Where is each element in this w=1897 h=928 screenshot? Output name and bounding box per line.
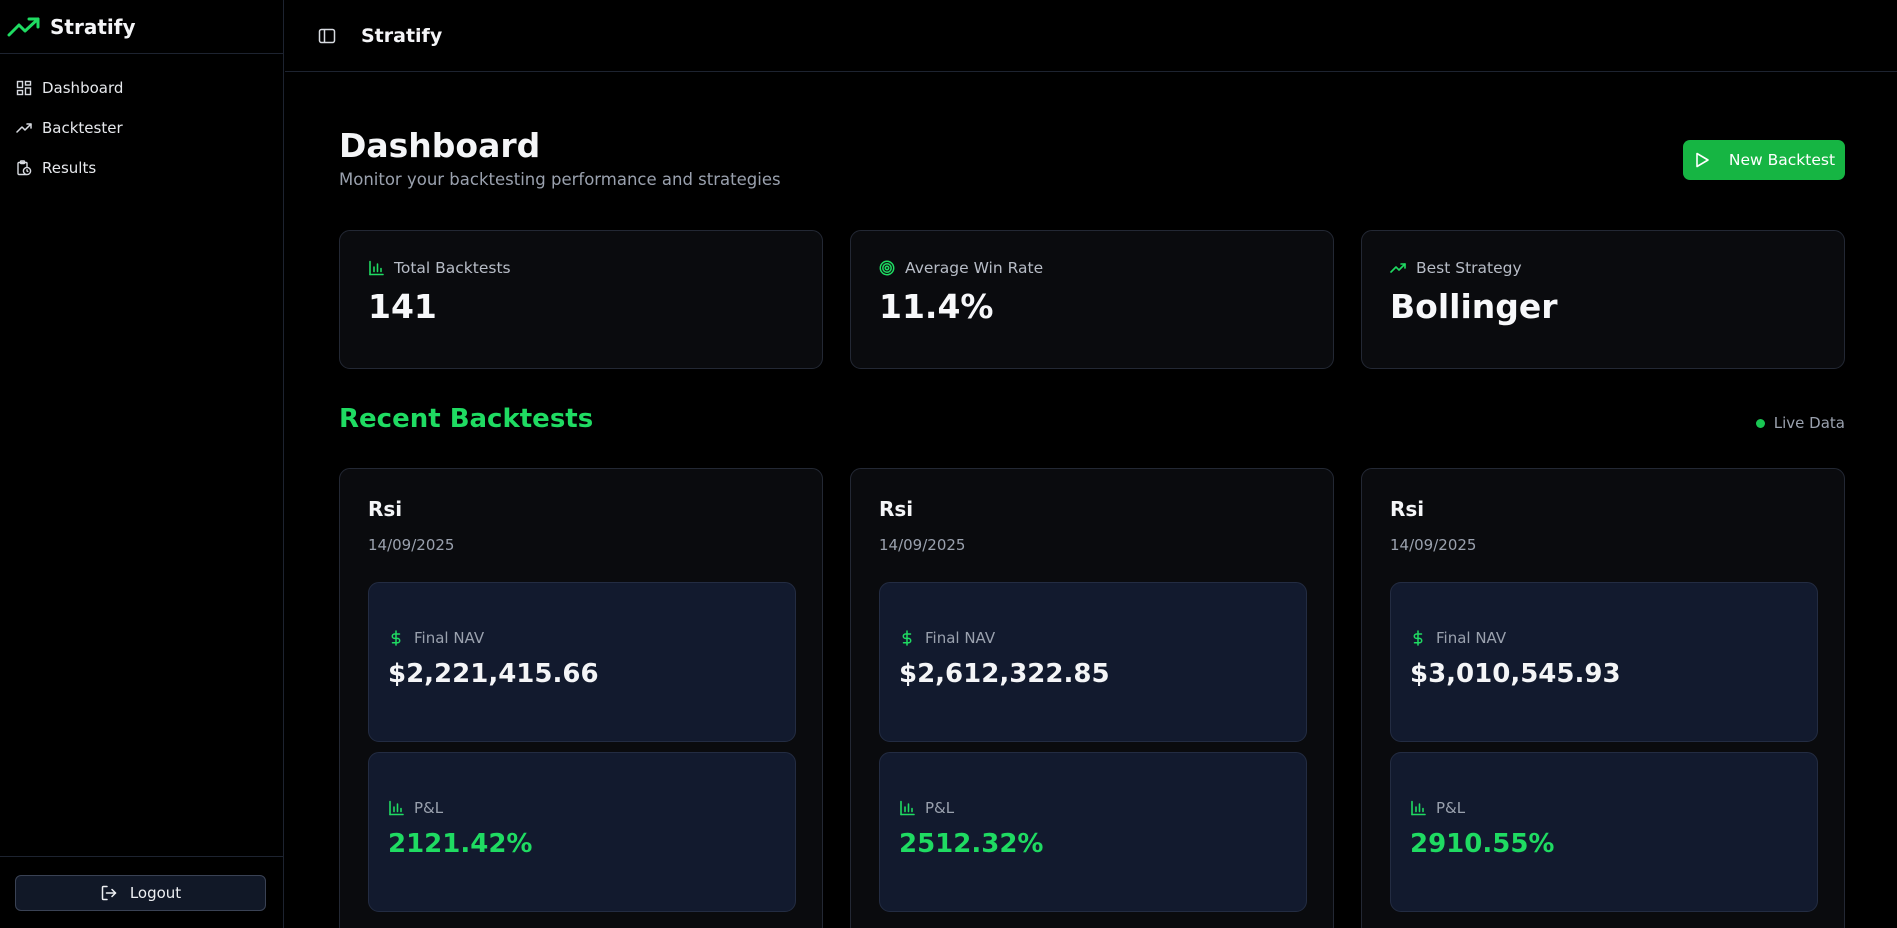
- topbar: Stratify: [285, 0, 1897, 72]
- stat-value: Bollinger: [1390, 287, 1558, 326]
- sidebar-item-backtester[interactable]: Backtester: [0, 108, 283, 148]
- backtest-strategy-name: Rsi: [368, 497, 403, 521]
- trending-up-icon: [16, 123, 32, 133]
- backtest-card[interactable]: Rsi 14/09/2025 Final NAV $2,221,415.66 P…: [339, 468, 823, 928]
- trending-up-icon: [1390, 263, 1406, 273]
- pnl-label: P&L: [414, 799, 444, 817]
- dollar-icon: [1413, 630, 1423, 646]
- logout-button[interactable]: Logout: [15, 875, 266, 911]
- brand[interactable]: Stratify: [0, 0, 283, 54]
- dollar-icon: [902, 630, 912, 646]
- final-nav-panel: Final NAV $3,010,545.93: [1390, 582, 1818, 742]
- target-icon: [879, 260, 895, 276]
- play-icon: [1696, 152, 1709, 168]
- stat-value: 141: [368, 287, 437, 326]
- stat-label: Best Strategy: [1416, 259, 1522, 277]
- pnl-panel: P&L 2121.42%: [368, 752, 796, 912]
- sidebar-item-label: Backtester: [42, 119, 123, 137]
- trending-up-logo-icon: [7, 17, 40, 36]
- sidebar-item-results[interactable]: Results: [0, 148, 283, 188]
- sidebar-item-dashboard[interactable]: Dashboard: [0, 68, 283, 108]
- stat-card-average-win-rate: Average Win Rate 11.4%: [850, 230, 1334, 369]
- backtest-strategy-name: Rsi: [1390, 497, 1425, 521]
- sidebar-item-label: Dashboard: [42, 79, 124, 97]
- live-data-label: Live Data: [1773, 414, 1845, 432]
- backtest-strategy-name: Rsi: [879, 497, 914, 521]
- pnl-value: 2910.55%: [1410, 829, 1555, 859]
- logout-icon: [101, 885, 117, 901]
- stat-card-total-backtests: Total Backtests 141: [339, 230, 823, 369]
- stat-label: Average Win Rate: [905, 259, 1044, 277]
- bar-chart-icon: [1411, 800, 1426, 816]
- recent-backtests-title: Recent Backtests: [339, 404, 594, 434]
- final-nav-label: Final NAV: [925, 629, 996, 647]
- page-subtitle: Monitor your backtesting performance and…: [339, 170, 781, 189]
- stat-card-best-strategy: Best Strategy Bollinger: [1361, 230, 1845, 369]
- clipboard-clock-icon: [17, 160, 32, 176]
- new-backtest-label: New Backtest: [1728, 151, 1836, 169]
- backtest-date: 14/09/2025: [1390, 536, 1477, 554]
- final-nav-label: Final NAV: [1436, 629, 1507, 647]
- dashboard-grid-icon: [16, 80, 32, 96]
- sidebar-toggle-icon[interactable]: [318, 27, 336, 45]
- live-dot-icon: [1755, 418, 1765, 428]
- bar-chart-icon: [900, 800, 915, 816]
- final-nav-panel: Final NAV $2,221,415.66: [368, 582, 796, 742]
- sidebar-item-label: Results: [42, 159, 97, 177]
- sidebar-nav: Dashboard Backtester Results: [0, 54, 283, 188]
- new-backtest-button[interactable]: New Backtest: [1683, 140, 1845, 180]
- stat-label: Total Backtests: [394, 259, 511, 277]
- logout-label: Logout: [129, 884, 182, 902]
- backtest-date: 14/09/2025: [368, 536, 455, 554]
- pnl-label: P&L: [925, 799, 955, 817]
- stat-value: 11.4%: [879, 287, 994, 326]
- pnl-panel: P&L 2910.55%: [1390, 752, 1818, 912]
- recent-backtests-list: Rsi 14/09/2025 Final NAV $2,221,415.66 P…: [339, 468, 1845, 928]
- header-title: Stratify: [361, 24, 443, 47]
- live-data-indicator: Live Data: [1755, 414, 1845, 432]
- bar-chart-icon: [369, 260, 384, 276]
- backtest-date: 14/09/2025: [879, 536, 966, 554]
- stats-row: Total Backtests 141 Average Win Rate 11.…: [339, 230, 1845, 369]
- final-nav-label: Final NAV: [414, 629, 485, 647]
- final-nav-panel: Final NAV $2,612,322.85: [879, 582, 1307, 742]
- sidebar: Stratify Dashboard Backtester Results Lo…: [0, 0, 284, 928]
- sidebar-footer: Logout: [0, 856, 283, 928]
- dollar-icon: [391, 630, 401, 646]
- page-title: Dashboard: [339, 126, 541, 165]
- backtest-card[interactable]: Rsi 14/09/2025 Final NAV $3,010,545.93 P…: [1361, 468, 1845, 928]
- bar-chart-icon: [389, 800, 404, 816]
- backtest-card[interactable]: Rsi 14/09/2025 Final NAV $2,612,322.85 P…: [850, 468, 1334, 928]
- pnl-value: 2121.42%: [388, 829, 533, 859]
- pnl-label: P&L: [1436, 799, 1466, 817]
- pnl-value: 2512.32%: [899, 829, 1044, 859]
- final-nav-value: $3,010,545.93: [1410, 659, 1621, 689]
- final-nav-value: $2,221,415.66: [388, 659, 599, 689]
- pnl-panel: P&L 2512.32%: [879, 752, 1307, 912]
- brand-name: Stratify: [50, 14, 136, 39]
- final-nav-value: $2,612,322.85: [899, 659, 1110, 689]
